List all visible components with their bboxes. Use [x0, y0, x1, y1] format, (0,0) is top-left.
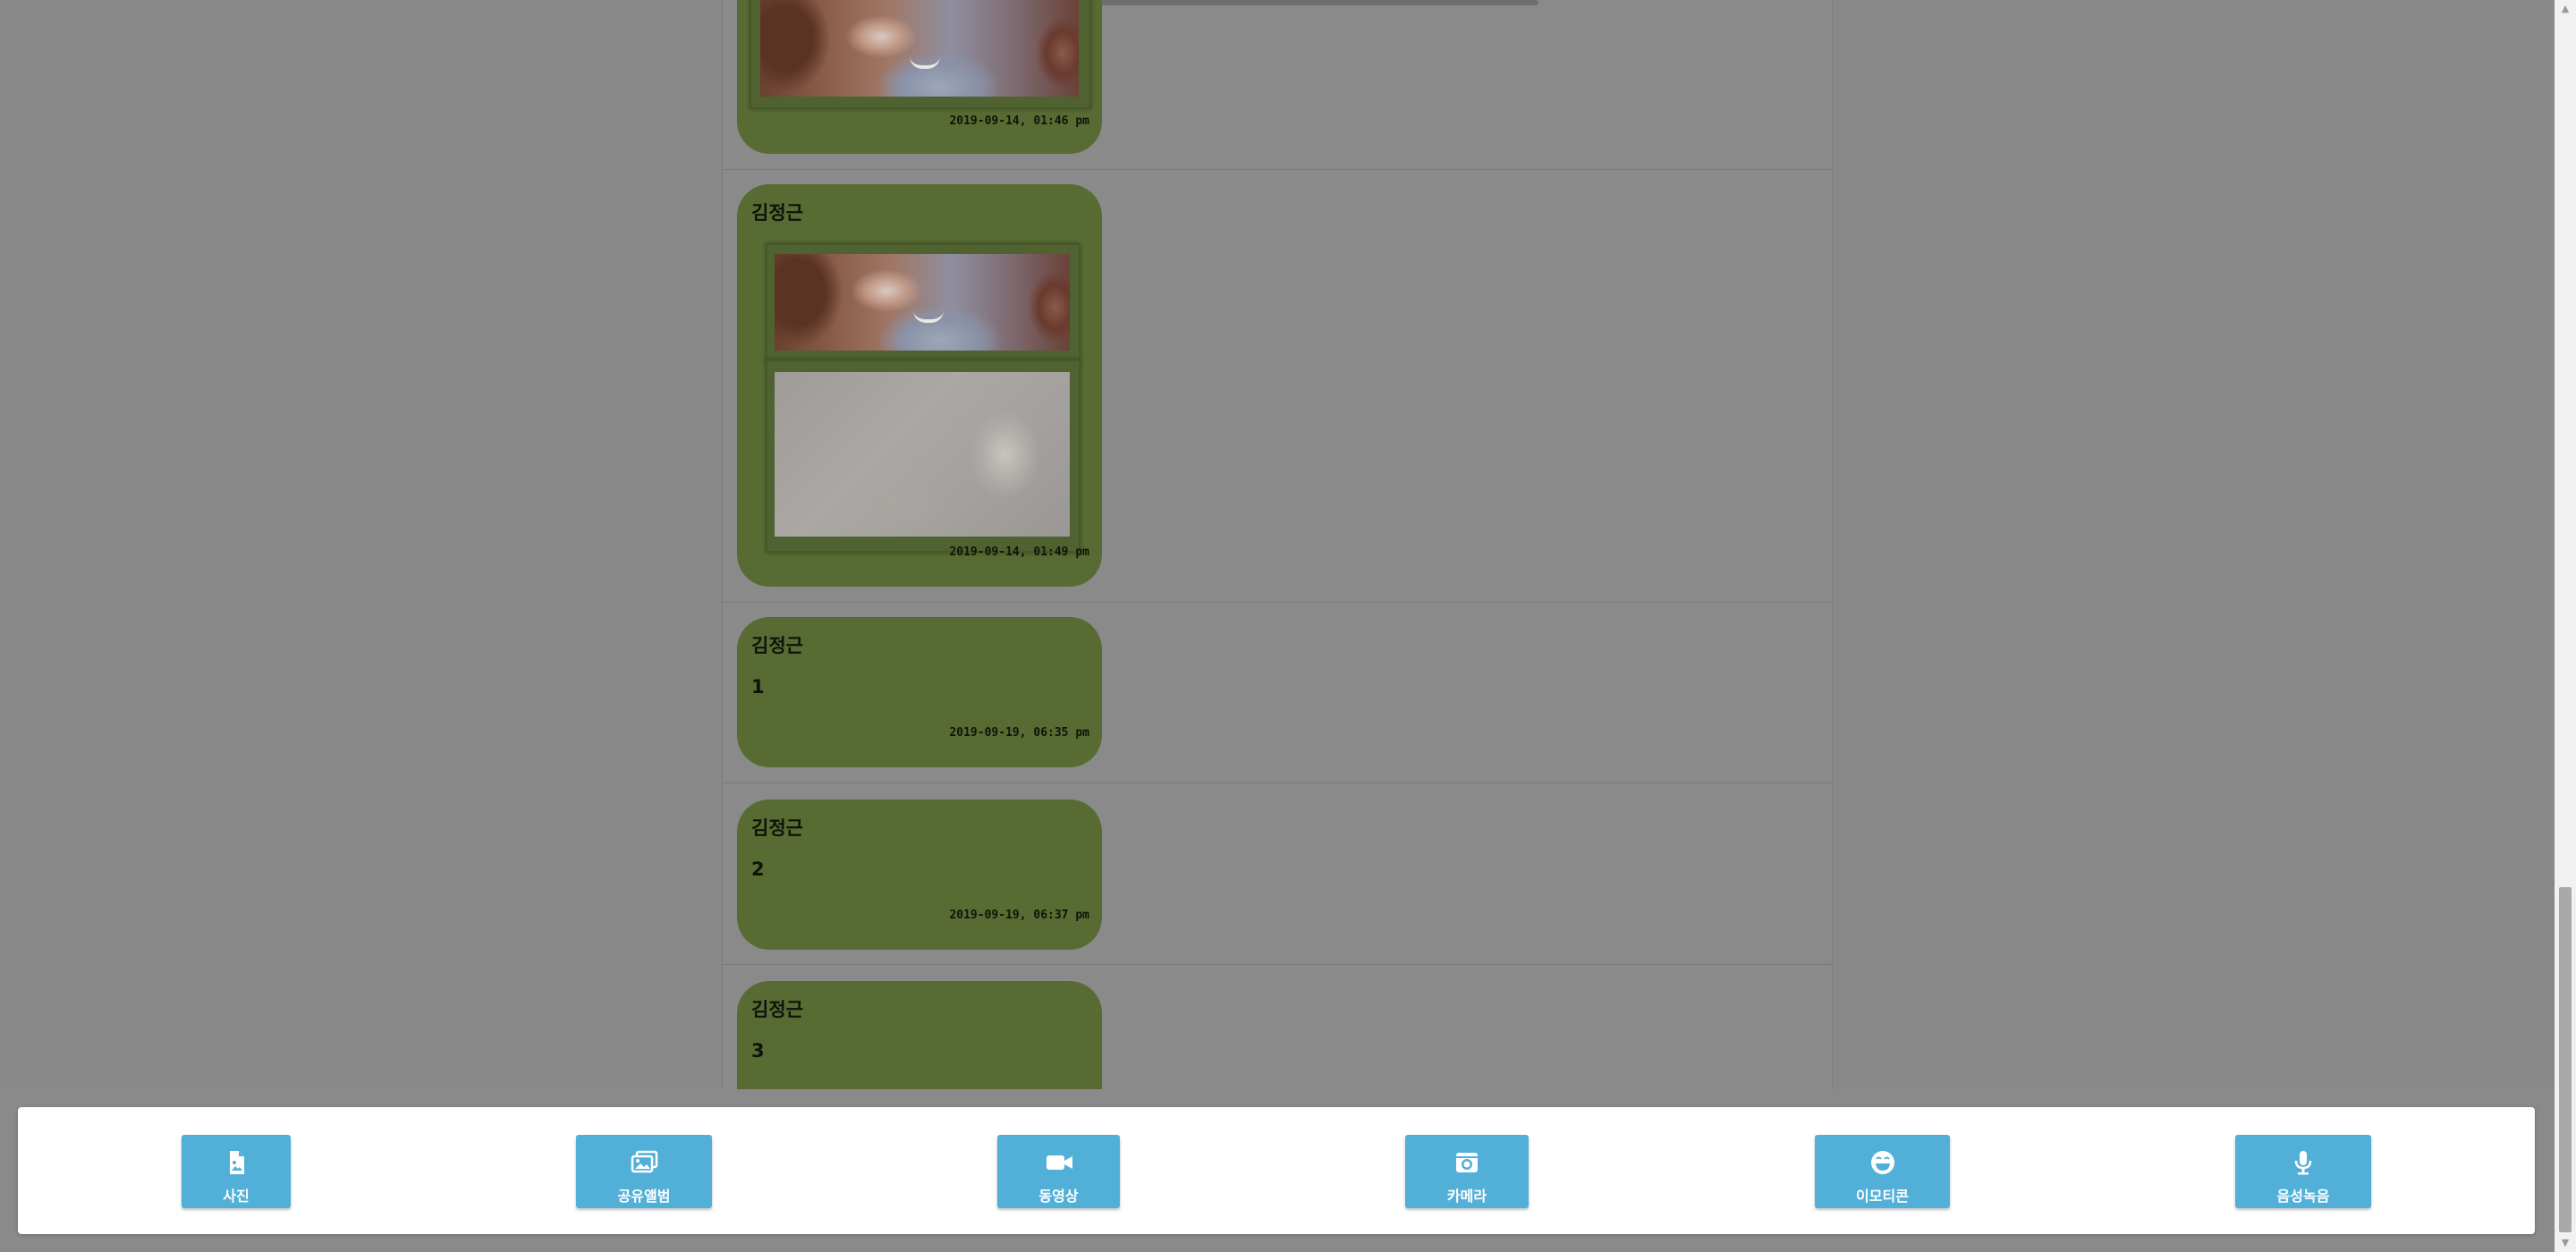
message-bubble[interactable]: 김정근 2 2019-09-19, 06:37 pm	[737, 799, 1102, 950]
message-timestamp: 2019-09-19, 06:35 pm	[949, 726, 1089, 740]
shared-album-button-label: 공유앨범	[617, 1188, 671, 1205]
image-file-icon	[230, 1151, 244, 1174]
message-bubble[interactable]: 김정근 1 2019-09-19, 06:35 pm	[737, 617, 1102, 767]
photo-detail	[913, 310, 945, 323]
shared-album-button[interactable]: 공유앨범	[576, 1135, 712, 1208]
message-sender: 김정근	[751, 817, 803, 839]
photo-frame	[766, 243, 1080, 363]
camera-button[interactable]: 카메라	[1405, 1135, 1529, 1208]
video-camera-icon	[1046, 1155, 1072, 1170]
photo-button-label: 사진	[223, 1188, 250, 1205]
message-timestamp: 2019-09-14, 01:46 pm	[949, 114, 1089, 128]
message-text: 3	[751, 1040, 765, 1062]
scroll-up-arrow-icon[interactable]: ▲	[2555, 0, 2576, 18]
photo-thumbnail[interactable]	[775, 254, 1070, 351]
video-button-label: 동영상	[1038, 1188, 1079, 1205]
message-timestamp: 2019-09-19, 06:37 pm	[949, 909, 1089, 922]
attachment-toolbar: 사진 공유앨범 동영상 카메라 이모티콘 음성녹음	[18, 1107, 2535, 1234]
voice-record-button-label: 음성녹음	[2276, 1188, 2330, 1205]
smiley-icon	[1870, 1151, 1894, 1174]
photo-detail	[910, 56, 941, 69]
message-separator	[723, 964, 1832, 965]
camera-button-label: 카메라	[1446, 1188, 1487, 1205]
message-bubble[interactable]: 김정근 2019-09-14, 01:49 pm	[737, 184, 1102, 587]
blurred-text-fragment	[1038, 0, 1538, 5]
photo-frame	[766, 360, 1080, 553]
scroll-thumb[interactable]	[2559, 887, 2572, 1232]
video-button[interactable]: 동영상	[997, 1135, 1120, 1208]
voice-record-button[interactable]: 음성녹음	[2235, 1135, 2371, 1208]
message-sender: 김정근	[751, 999, 803, 1020]
emoticon-button-label: 이모티콘	[1856, 1188, 1909, 1205]
photo-button[interactable]: 사진	[182, 1135, 291, 1208]
emoticon-button[interactable]: 이모티콘	[1815, 1135, 1950, 1208]
message-sender: 김정근	[751, 635, 803, 656]
photo-thumbnail[interactable]	[775, 372, 1070, 537]
scroll-down-arrow-icon[interactable]: ▼	[2555, 1234, 2576, 1252]
message-text: 2	[751, 859, 765, 880]
vertical-scrollbar[interactable]: ▲ ▼	[2555, 0, 2576, 1252]
photo-frame	[750, 0, 1091, 109]
message-separator	[723, 782, 1832, 783]
message-text: 1	[751, 676, 765, 698]
message-bubble[interactable]: 2019-09-14, 01:46 pm	[737, 0, 1102, 154]
microphone-icon	[2294, 1151, 2312, 1175]
photo-thumbnail[interactable]	[760, 0, 1079, 97]
photo-album-icon	[631, 1150, 658, 1173]
message-sender: 김정근	[751, 202, 803, 224]
camera-icon	[1456, 1153, 1478, 1172]
message-separator	[723, 602, 1832, 603]
message-timestamp: 2019-09-14, 01:49 pm	[949, 546, 1089, 559]
message-separator	[723, 169, 1832, 170]
